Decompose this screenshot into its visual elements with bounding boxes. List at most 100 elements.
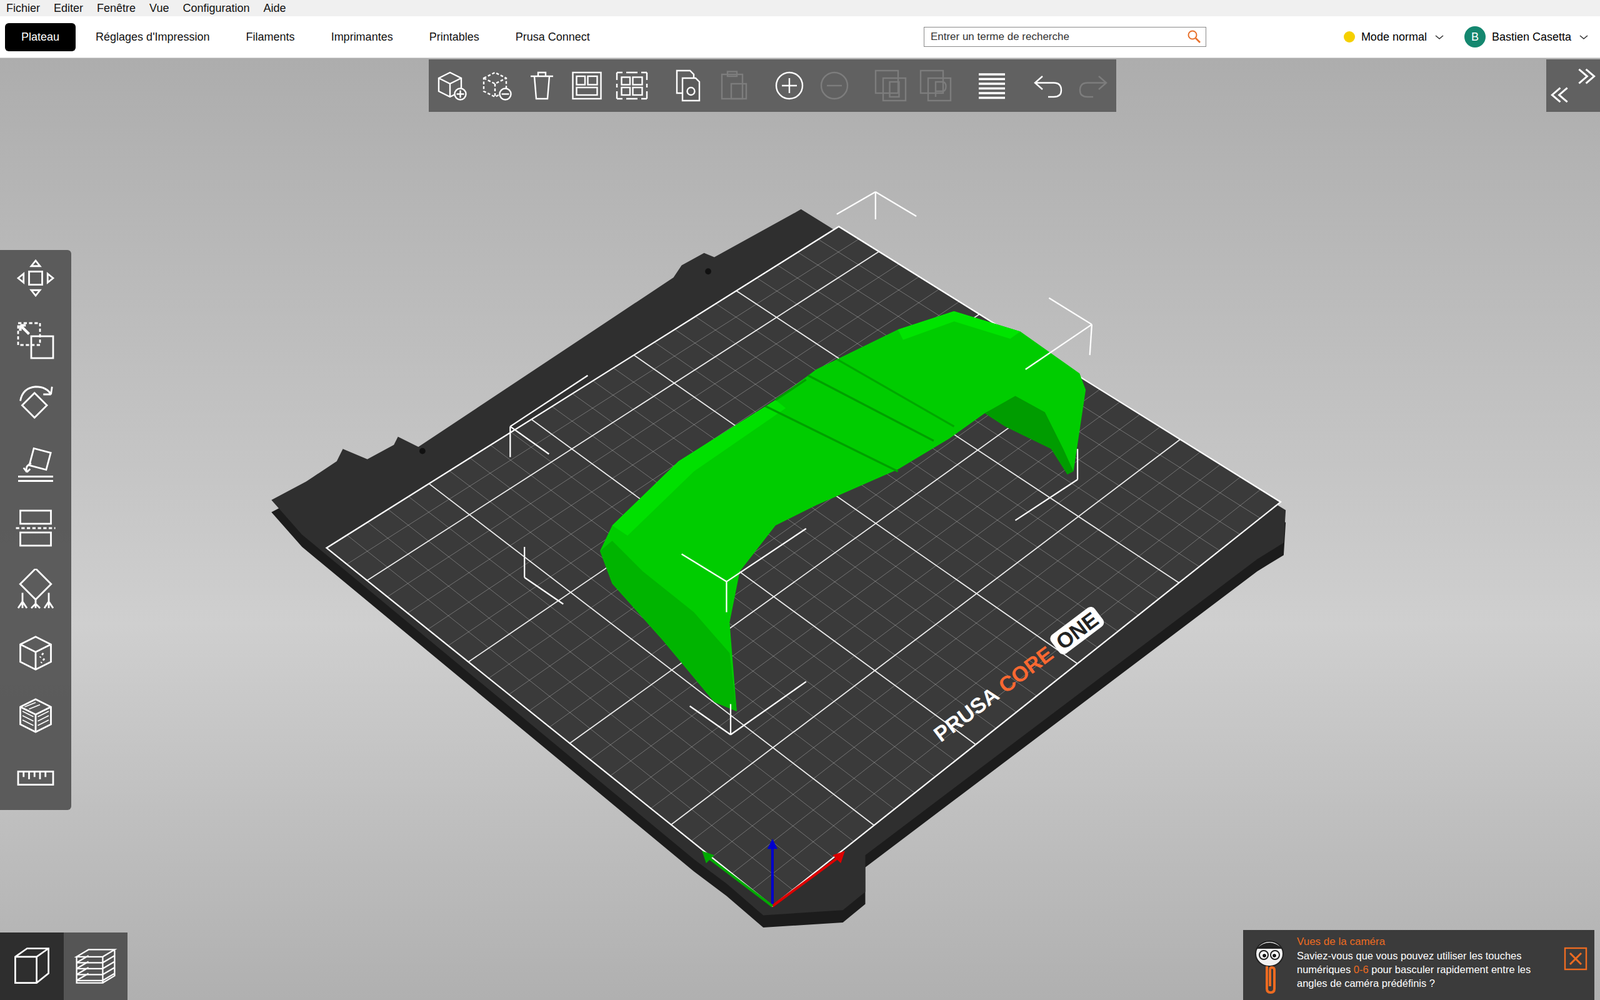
tabs: Plateau Réglages d'Impression Filaments Imp… [5,23,607,52]
measure-icon[interactable] [13,756,59,800]
delete-all-icon[interactable] [523,66,561,105]
move-icon[interactable] [13,256,59,300]
search-icon[interactable] [1186,29,1202,45]
tab-label: Prusa Connect [515,30,590,44]
bed-logo: PRUSACOREONE [929,605,1107,747]
tab-label: Imprimantes [331,30,394,44]
close-icon[interactable] [1563,946,1589,972]
mascot-icon [1249,935,1290,995]
copy-button[interactable] [669,66,707,105]
undo-icon[interactable] [1029,66,1067,105]
remove-instance-button[interactable] [815,66,854,105]
search-button[interactable] [1186,29,1202,45]
menu-item[interactable]: Fichier [6,1,40,15]
split-objects-button[interactable] [871,66,910,105]
move-tool[interactable] [13,256,59,300]
supports-tool[interactable] [13,568,59,613]
add-icon[interactable] [433,66,471,105]
paste-icon[interactable] [714,66,752,105]
delete-all-button[interactable] [523,66,561,105]
tab[interactable]: Plateau [5,23,76,52]
collapse-sidebar-icon[interactable] [1546,59,1600,112]
fuzzy-icon[interactable] [13,693,59,738]
supports-icon[interactable] [13,568,59,613]
menu-bar: Fichier Editer Fenêtre Vue Configuration Aide [0,0,1600,17]
view-switcher [0,932,128,1000]
redo-icon[interactable] [1074,66,1112,105]
gizmo-toolbar [0,250,72,810]
rotate-icon[interactable] [13,381,59,425]
hint-notification: Vues de la caméraSaviez-vous que vous po… [1243,930,1595,1000]
preview-view-button[interactable] [63,932,128,1000]
cut-tool[interactable] [13,506,59,550]
layers-button[interactable] [973,66,1011,105]
place-on-face-icon[interactable] [13,443,59,488]
cut-icon[interactable] [13,506,59,550]
copy-icon[interactable] [669,66,707,105]
user-name: Bastien Casetta [1491,30,1572,44]
tab-label: Filaments [246,30,295,44]
add-instance-button[interactable] [770,66,809,105]
tab-bar: Plateau Réglages d'Impression Filaments Imp… [0,16,1600,59]
hint-mascot [1249,935,1290,995]
3d-scene[interactable]: PRUSACOREONE Vues de la caméraSaviez-vous… [0,58,1600,1000]
seam-tool[interactable] [13,631,59,675]
chevron-down-icon[interactable] [1433,31,1446,42]
split-parts-button[interactable] [916,66,955,105]
menu-item[interactable]: Vue [149,1,169,15]
hint-title: Vues de la caméra [1296,935,1556,949]
measure-tool[interactable] [13,756,59,800]
paste-button[interactable] [714,66,752,105]
remove-instance-icon[interactable] [815,66,854,105]
scale-icon[interactable] [13,318,59,363]
redo-button[interactable] [1074,66,1112,105]
print-bed[interactable]: PRUSACOREONE [0,58,1600,1000]
sidebar-toggle[interactable] [1546,59,1600,112]
hint-highlight: 0-6 [1353,963,1369,975]
arrange-selection-button[interactable] [613,66,651,105]
split-parts-icon[interactable] [916,66,955,105]
search-input[interactable] [929,30,1187,44]
menu-item[interactable]: Configuration [182,1,250,15]
place-on-face-tool[interactable] [13,443,59,488]
search-field[interactable] [923,26,1207,47]
model[interactable] [600,311,1086,712]
tab-label: Printables [429,30,480,44]
delete-icon[interactable] [478,66,516,105]
3d-icon[interactable] [8,942,56,990]
tab[interactable]: Prusa Connect [499,23,607,52]
menu-item[interactable]: Fenêtre [96,1,136,15]
avatar: B [1464,26,1486,48]
menu-item[interactable]: Aide [263,1,287,15]
rotate-tool[interactable] [13,381,59,425]
tab[interactable]: Printables [413,23,496,52]
menu-item[interactable]: Editer [53,1,84,15]
layers-icon[interactable] [973,66,1011,105]
scale-tool[interactable] [13,318,59,363]
arrange-button[interactable] [568,66,606,105]
tab-label: Plateau [21,30,60,44]
preview-icon[interactable] [71,942,120,990]
chevron-down-icon[interactable] [1577,31,1590,42]
split-objects-icon[interactable] [871,66,910,105]
3d-view-button[interactable] [0,932,64,1000]
arrange-icon[interactable] [568,66,606,105]
undo-button[interactable] [1029,66,1067,105]
add-instance-icon[interactable] [770,66,809,105]
logo-text: ONE [1051,607,1103,655]
arrange-selection-icon[interactable] [613,66,651,105]
tab-label: Réglages d'Impression [95,30,210,44]
tab[interactable]: Imprimantes [315,23,410,52]
main-toolbar [428,59,1117,112]
add-button[interactable] [433,66,471,105]
hint-text: Saviez-vous que vous pouvez utiliser les… [1296,948,1556,990]
mode-selector[interactable]: Mode normal [1343,30,1446,44]
seam-icon[interactable] [13,631,59,675]
delete-button[interactable] [478,66,516,105]
user-account[interactable]: B Bastien Casetta [1464,26,1590,48]
close-hint-button[interactable] [1563,946,1589,972]
tab[interactable]: Réglages d'Impression [79,23,227,52]
tab[interactable]: Filaments [230,23,312,52]
mode-label: Mode normal [1361,30,1427,44]
fuzzy-tool[interactable] [13,693,59,738]
